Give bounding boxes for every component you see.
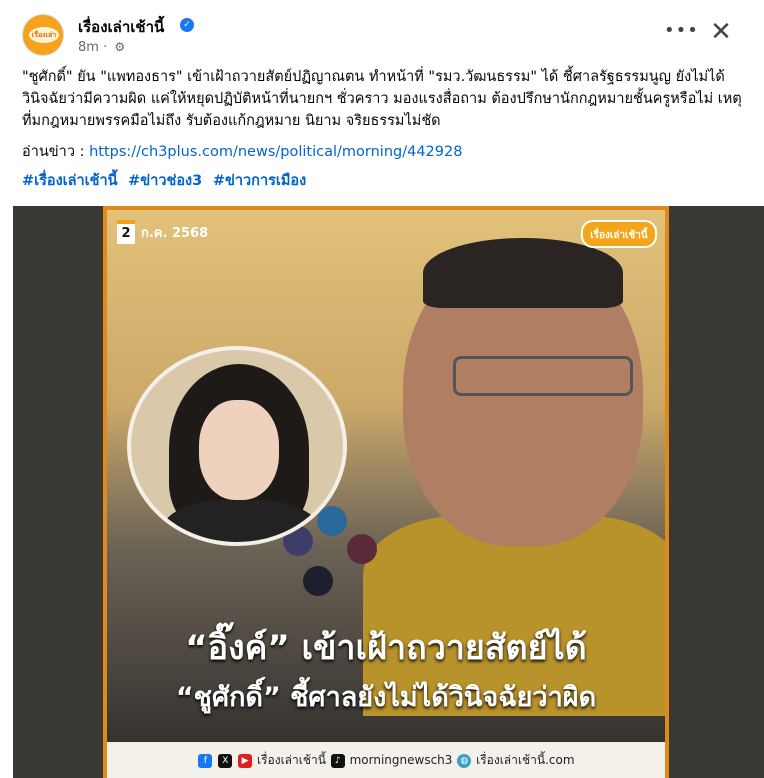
news-graphic: 2 ก.ค. 2568 เรื่องเล่าเช้านี้ “อิ๊งค์” เข… [103,206,669,778]
post-meta: 8m · ⚙ [78,40,126,55]
more-options-button[interactable]: ••• [664,20,698,48]
read-more-line: อ่านข่าว : https://ch3plus.com/news/poli… [22,141,462,163]
facebook-post: เรื่องเล่า เรื่องเล่าเช้านี้ ✓ 8m · ⚙ ••… [0,0,764,778]
hashtag[interactable]: #ข่าวการเมือง [213,173,306,189]
post-header: เรื่องเล่า เรื่องเล่าเช้านี้ ✓ 8m · ⚙ ••… [22,14,744,58]
gear-icon[interactable]: ⚙ [114,40,125,54]
post-body: "ชูศักดิ์" ยัน "แพทองธาร" เข้าเฝ้าถวายสั… [22,69,742,129]
avatar-logo: เรื่องเล่า [29,27,59,43]
read-prefix: อ่านข่าว : [22,144,90,160]
page-avatar[interactable]: เรื่องเล่า [22,14,64,56]
hashtag-list: #เรื่องเล่าเช้านี้ #ข่าวช่อง3 #ข่าวการเม… [22,170,312,192]
hashtag[interactable]: #เรื่องเล่าเช้านี้ [22,173,118,189]
close-button[interactable]: ✕ [706,18,736,48]
graphic-border [103,206,669,778]
post-time[interactable]: 8m [78,40,99,55]
verified-badge-icon: ✓ [180,18,194,32]
post-image[interactable]: 2 ก.ค. 2568 เรื่องเล่าเช้านี้ “อิ๊งค์” เข… [13,206,764,778]
article-link[interactable]: https://ch3plus.com/news/political/morni… [89,144,462,160]
hashtag[interactable]: #ข่าวช่อง3 [128,173,202,189]
page-name[interactable]: เรื่องเล่าเช้านี้ [78,15,164,39]
